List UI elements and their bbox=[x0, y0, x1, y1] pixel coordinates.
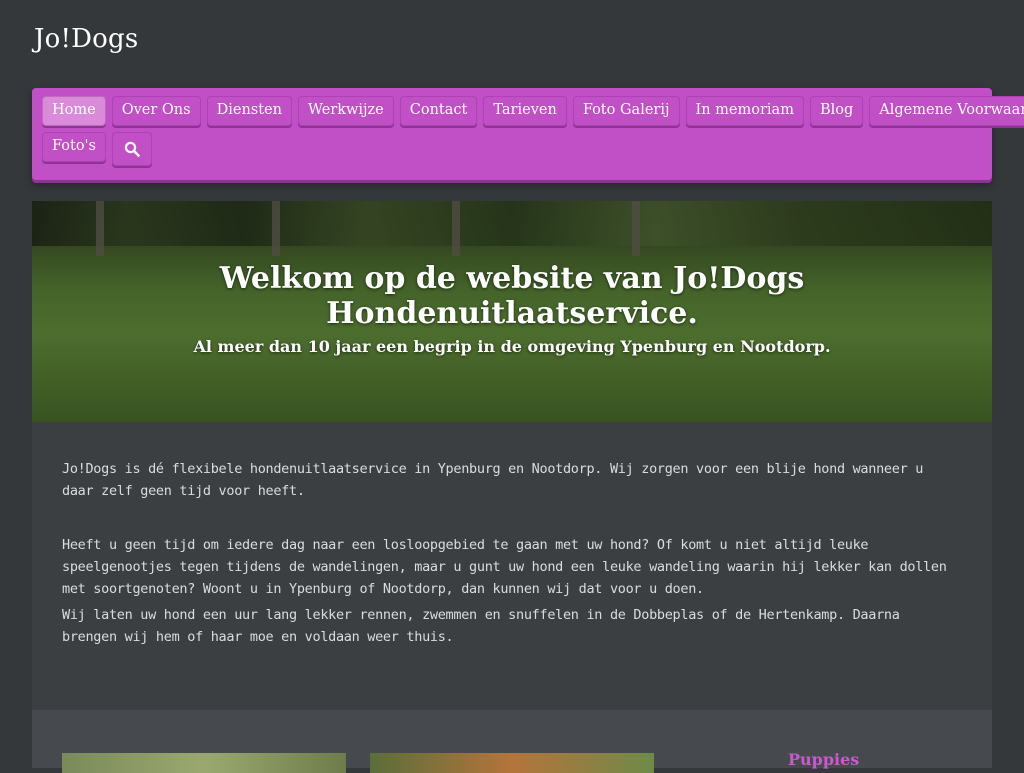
nav-item-foto-galerij[interactable]: Foto Galerij bbox=[572, 96, 680, 126]
nav-item-blog[interactable]: Blog bbox=[809, 96, 864, 126]
hero-text: Welkom op de website van Jo!Dogs Hondenu… bbox=[32, 261, 992, 356]
gallery-photo[interactable] bbox=[370, 753, 654, 773]
hero-subtitle: Al meer dan 10 jaar een begrip in de omg… bbox=[193, 337, 831, 356]
intro-content: Jo!Dogs is dé flexibele hondenuitlaatser… bbox=[32, 422, 992, 710]
search-icon bbox=[124, 141, 140, 157]
site-title[interactable]: Jo!Dogs bbox=[34, 24, 138, 54]
main-navigation: Home Over Ons Diensten Werkwijze Contact… bbox=[32, 88, 1024, 180]
nav-item-contact[interactable]: Contact bbox=[399, 96, 478, 126]
nav-item-werkwijze[interactable]: Werkwijze bbox=[297, 96, 394, 126]
hero-title: Welkom op de website van Jo!Dogs Hondenu… bbox=[219, 261, 805, 331]
nav-item-algemene-voorwaarden[interactable]: Algemene Voorwaarden bbox=[869, 96, 1024, 126]
intro-paragraph-3: Wij laten uw hond een uur lang lekker re… bbox=[62, 607, 900, 645]
nav-item-tarieven[interactable]: Tarieven bbox=[483, 96, 567, 126]
nav-item-in-memoriam[interactable]: In memoriam bbox=[685, 96, 804, 126]
nav-item-over-ons[interactable]: Over Ons bbox=[111, 96, 201, 126]
nav-item-fotos[interactable]: Foto's bbox=[42, 132, 106, 162]
gallery-section: Puppies bbox=[32, 710, 992, 773]
intro-paragraph-1: Jo!Dogs is dé flexibele hondenuitlaatser… bbox=[62, 461, 924, 499]
hero-banner: Welkom op de website van Jo!Dogs Hondenu… bbox=[32, 201, 992, 422]
intro-paragraph-2: Heeft u geen tijd om iedere dag naar een… bbox=[62, 537, 947, 597]
search-button[interactable] bbox=[111, 132, 152, 166]
nav-item-home[interactable]: Home bbox=[42, 96, 106, 126]
nav-row-secondary: Foto's bbox=[42, 132, 152, 166]
gallery-photo[interactable] bbox=[62, 753, 346, 773]
nav-item-diensten[interactable]: Diensten bbox=[206, 96, 292, 126]
puppies-heading[interactable]: Puppies bbox=[788, 750, 859, 769]
nav-row-primary: Home Over Ons Diensten Werkwijze Contact… bbox=[42, 96, 1024, 126]
